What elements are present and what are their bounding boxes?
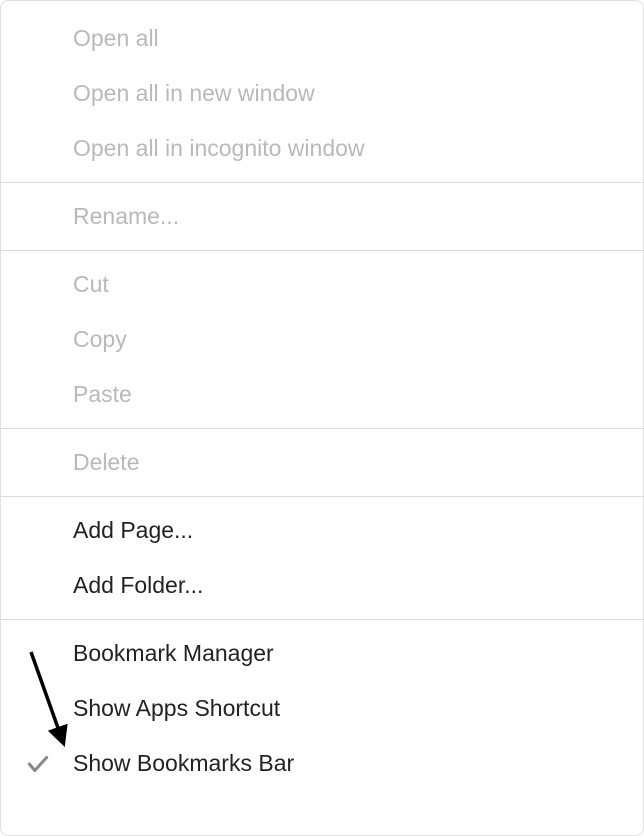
menu-item-label: Cut [73,271,109,298]
menu-item-label: Add Page... [73,517,193,544]
menu-separator [1,619,643,620]
menu-item-show-bookmarks-bar[interactable]: Show Bookmarks Bar [1,736,643,791]
menu-item-label: Paste [73,381,132,408]
menu-item-rename[interactable]: Rename... [1,189,643,244]
menu-item-label: Open all in incognito window [73,135,365,162]
menu-item-delete[interactable]: Delete [1,435,643,490]
menu-item-label: Delete [73,449,139,476]
menu-item-show-apps-shortcut[interactable]: Show Apps Shortcut [1,681,643,736]
menu-item-label: Show Apps Shortcut [73,695,280,722]
menu-item-open-all[interactable]: Open all [1,11,643,66]
menu-item-label: Open all [73,25,159,52]
menu-item-open-all-incognito[interactable]: Open all in incognito window [1,121,643,176]
menu-item-copy[interactable]: Copy [1,312,643,367]
menu-separator [1,496,643,497]
bookmarks-context-menu: Open all Open all in new window Open all… [0,0,644,836]
menu-item-bookmark-manager[interactable]: Bookmark Manager [1,626,643,681]
menu-separator [1,182,643,183]
menu-item-label: Rename... [73,203,179,230]
menu-separator [1,250,643,251]
menu-item-open-all-new-window[interactable]: Open all in new window [1,66,643,121]
menu-item-label: Copy [73,326,127,353]
menu-item-add-folder[interactable]: Add Folder... [1,558,643,613]
menu-item-label: Bookmark Manager [73,640,274,667]
menu-separator [1,428,643,429]
menu-item-add-page[interactable]: Add Page... [1,503,643,558]
menu-item-paste[interactable]: Paste [1,367,643,422]
menu-item-cut[interactable]: Cut [1,257,643,312]
menu-item-label: Show Bookmarks Bar [73,750,294,777]
check-icon [25,751,51,777]
menu-item-label: Open all in new window [73,80,315,107]
menu-item-label: Add Folder... [73,572,203,599]
